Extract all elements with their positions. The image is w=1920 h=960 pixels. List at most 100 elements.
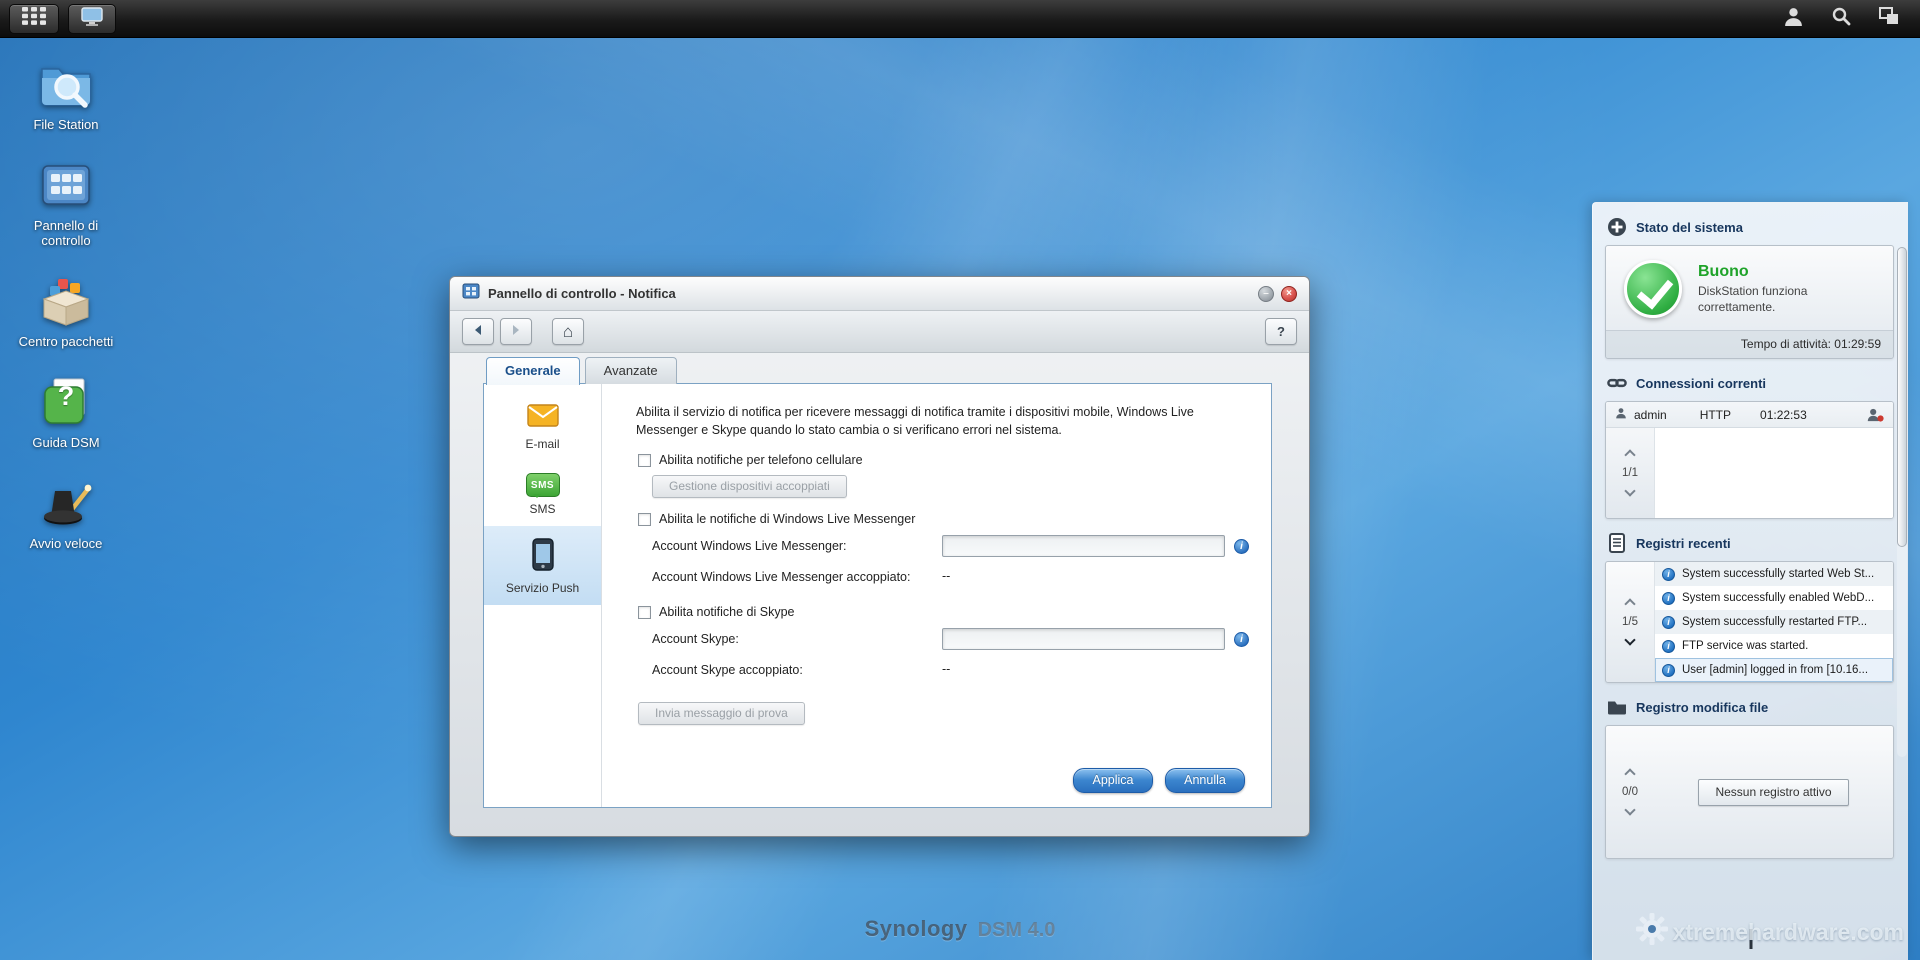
skype-notify-checkbox[interactable] <box>638 606 651 619</box>
page-indicator: 0/0 <box>1622 786 1638 798</box>
panel-scrollbar[interactable] <box>1897 247 1907 757</box>
help-button[interactable]: ? <box>1265 318 1297 345</box>
smartphone-icon <box>532 538 554 576</box>
tab-generale[interactable]: Generale <box>486 357 580 385</box>
info-icon: i <box>1662 664 1675 677</box>
help-question-glyph: ? <box>38 381 94 412</box>
log-row[interactable]: i System successfully restarted FTP... <box>1655 610 1893 634</box>
page-up-icon[interactable] <box>1624 768 1635 779</box>
wlm-notify-checkbox[interactable] <box>638 513 651 526</box>
sidebar-item-push-service[interactable]: Servizio Push <box>484 526 601 605</box>
scrollbar-thumb[interactable] <box>1897 247 1907 547</box>
tab-content: E-mail SMS SMS Servizio Push Abilita <box>483 383 1272 808</box>
gear-icon <box>1635 912 1669 952</box>
desktop-icon-label: File Station <box>33 118 98 133</box>
widget-title: Registri recenti <box>1636 536 1731 551</box>
desktop-icon-control-panel[interactable]: Pannello di controllo <box>14 157 118 249</box>
log-row[interactable]: i System successfully started Web St... <box>1655 562 1893 586</box>
wlm-paired-label: Account Windows Live Messenger accoppiat… <box>652 566 942 585</box>
mobile-notify-row: Abilita notifiche per telefono cellulare <box>638 453 1249 467</box>
recent-logs-body: 1/5 i System successfully started Web St… <box>1606 562 1893 682</box>
back-button[interactable] <box>462 318 494 345</box>
desktop-icon-label: Guida DSM <box>32 436 99 451</box>
desktop-icon-quick-start[interactable]: Avvio veloce <box>14 475 118 552</box>
control-panel-window: Pannello di controllo - Notifica – × ⌂ ?… <box>449 276 1310 837</box>
synology-logo-text: Synology <box>865 916 968 941</box>
main-menu-button[interactable] <box>9 4 59 34</box>
connections-pager: 1/1 <box>1606 428 1654 518</box>
home-button[interactable]: ⌂ <box>552 318 584 345</box>
info-icon[interactable]: i <box>1234 539 1249 554</box>
package-center-icon <box>38 273 94 329</box>
info-glyph: i <box>1667 665 1670 675</box>
mobile-notify-label: Abilita notifiche per telefono cellulare <box>659 453 863 467</box>
wlm-paired-row: Account Windows Live Messenger accoppiat… <box>652 566 1249 585</box>
sms-bubble-icon: SMS <box>526 473 560 497</box>
help-icon: ? <box>1277 324 1285 339</box>
user-account-button[interactable] <box>1778 5 1808 33</box>
watermark-text: xtremehardware.com <box>1673 919 1904 946</box>
sidebar-item-sms[interactable]: SMS SMS <box>484 461 601 526</box>
cancel-button[interactable]: Annulla <box>1165 768 1245 793</box>
apply-button[interactable]: Applica <box>1073 768 1153 793</box>
wlm-account-row: Account Windows Live Messenger: i <box>652 535 1249 557</box>
uptime-text: Tempo di attività: 01:29:59 <box>1606 330 1893 358</box>
notification-category-sidebar: E-mail SMS SMS Servizio Push <box>484 384 602 807</box>
page-down-icon[interactable] <box>1624 485 1635 496</box>
sidebar-item-email[interactable]: E-mail <box>484 392 601 461</box>
desktop-background: File Station Pannello di controllo <box>0 0 1920 960</box>
connections-list-area <box>1654 428 1893 518</box>
skype-notify-row: Abilita notifiche di Skype <box>638 605 1249 619</box>
recent-logs-header: Registri recenti <box>1607 533 1892 553</box>
info-icon[interactable]: i <box>1234 632 1249 647</box>
minimize-button[interactable]: – <box>1258 286 1274 302</box>
close-button[interactable]: × <box>1281 286 1297 302</box>
page-down-icon[interactable] <box>1624 804 1635 815</box>
log-text: FTP service was started. <box>1682 640 1808 652</box>
page-up-icon[interactable] <box>1624 598 1635 609</box>
logs-pager: 1/5 <box>1606 562 1654 682</box>
desktop-icon-column: File Station Pannello di controllo <box>14 56 118 552</box>
info-glyph: i <box>1240 541 1243 552</box>
window-titlebar[interactable]: Pannello di controllo - Notifica – × <box>450 277 1309 311</box>
file-log-pager: 0/0 <box>1606 770 1654 814</box>
connection-row[interactable]: admin HTTP 01:22:53 <box>1606 402 1893 428</box>
sidebar-item-label: E-mail <box>525 437 559 451</box>
pilot-view-button[interactable] <box>1874 5 1904 33</box>
log-row[interactable]: i FTP service was started. <box>1655 634 1893 658</box>
connection-protocol: HTTP <box>1700 408 1731 422</box>
send-test-message-button[interactable]: Invia messaggio di prova <box>638 702 805 725</box>
mobile-notify-checkbox[interactable] <box>638 454 651 467</box>
desktop-icon-file-station[interactable]: File Station <box>14 56 118 133</box>
status-description: DiskStation funziona correttamente. <box>1698 284 1848 315</box>
status-text: Buono <box>1698 263 1848 281</box>
dsm-help-icon: ? <box>38 374 94 430</box>
log-text: System successfully restarted FTP... <box>1682 616 1867 628</box>
log-row[interactable]: i System successfully enabled WebD... <box>1655 586 1893 610</box>
log-text: System successfully enabled WebD... <box>1682 592 1874 604</box>
tab-avanzate[interactable]: Avanzate <box>585 357 677 384</box>
control-panel-icon <box>38 157 94 213</box>
desktop-icon-package-center[interactable]: Centro pacchetti <box>14 273 118 350</box>
info-icon: i <box>1662 568 1675 581</box>
info-glyph: i <box>1667 617 1670 627</box>
page-down-icon[interactable] <box>1624 634 1635 645</box>
disconnect-user-icon[interactable] <box>1867 408 1884 422</box>
skype-paired-value: -- <box>942 659 950 676</box>
info-icon: i <box>1662 592 1675 605</box>
skype-account-input[interactable] <box>942 628 1225 650</box>
forward-button[interactable] <box>500 318 532 345</box>
show-desktop-button[interactable] <box>68 4 116 34</box>
minimize-glyph: – <box>1263 289 1269 299</box>
manage-paired-devices-button[interactable]: Gestione dispositivi accoppiati <box>652 475 847 498</box>
search-button[interactable] <box>1826 5 1856 33</box>
page-up-icon[interactable] <box>1624 449 1635 460</box>
wlm-account-input[interactable] <box>942 535 1225 557</box>
desktop-icon-dsm-help[interactable]: ? Guida DSM <box>14 374 118 451</box>
system-status-header: Stato del sistema <box>1607 217 1892 237</box>
sidebar-item-label: SMS <box>529 502 555 516</box>
log-document-icon <box>1607 533 1627 553</box>
log-row[interactable]: i User [admin] logged in from [10.16... <box>1655 658 1893 682</box>
file-change-log-box: 0/0 Nessun registro attivo <box>1605 725 1894 859</box>
window-toolbar: ⌂ ? <box>450 311 1309 353</box>
